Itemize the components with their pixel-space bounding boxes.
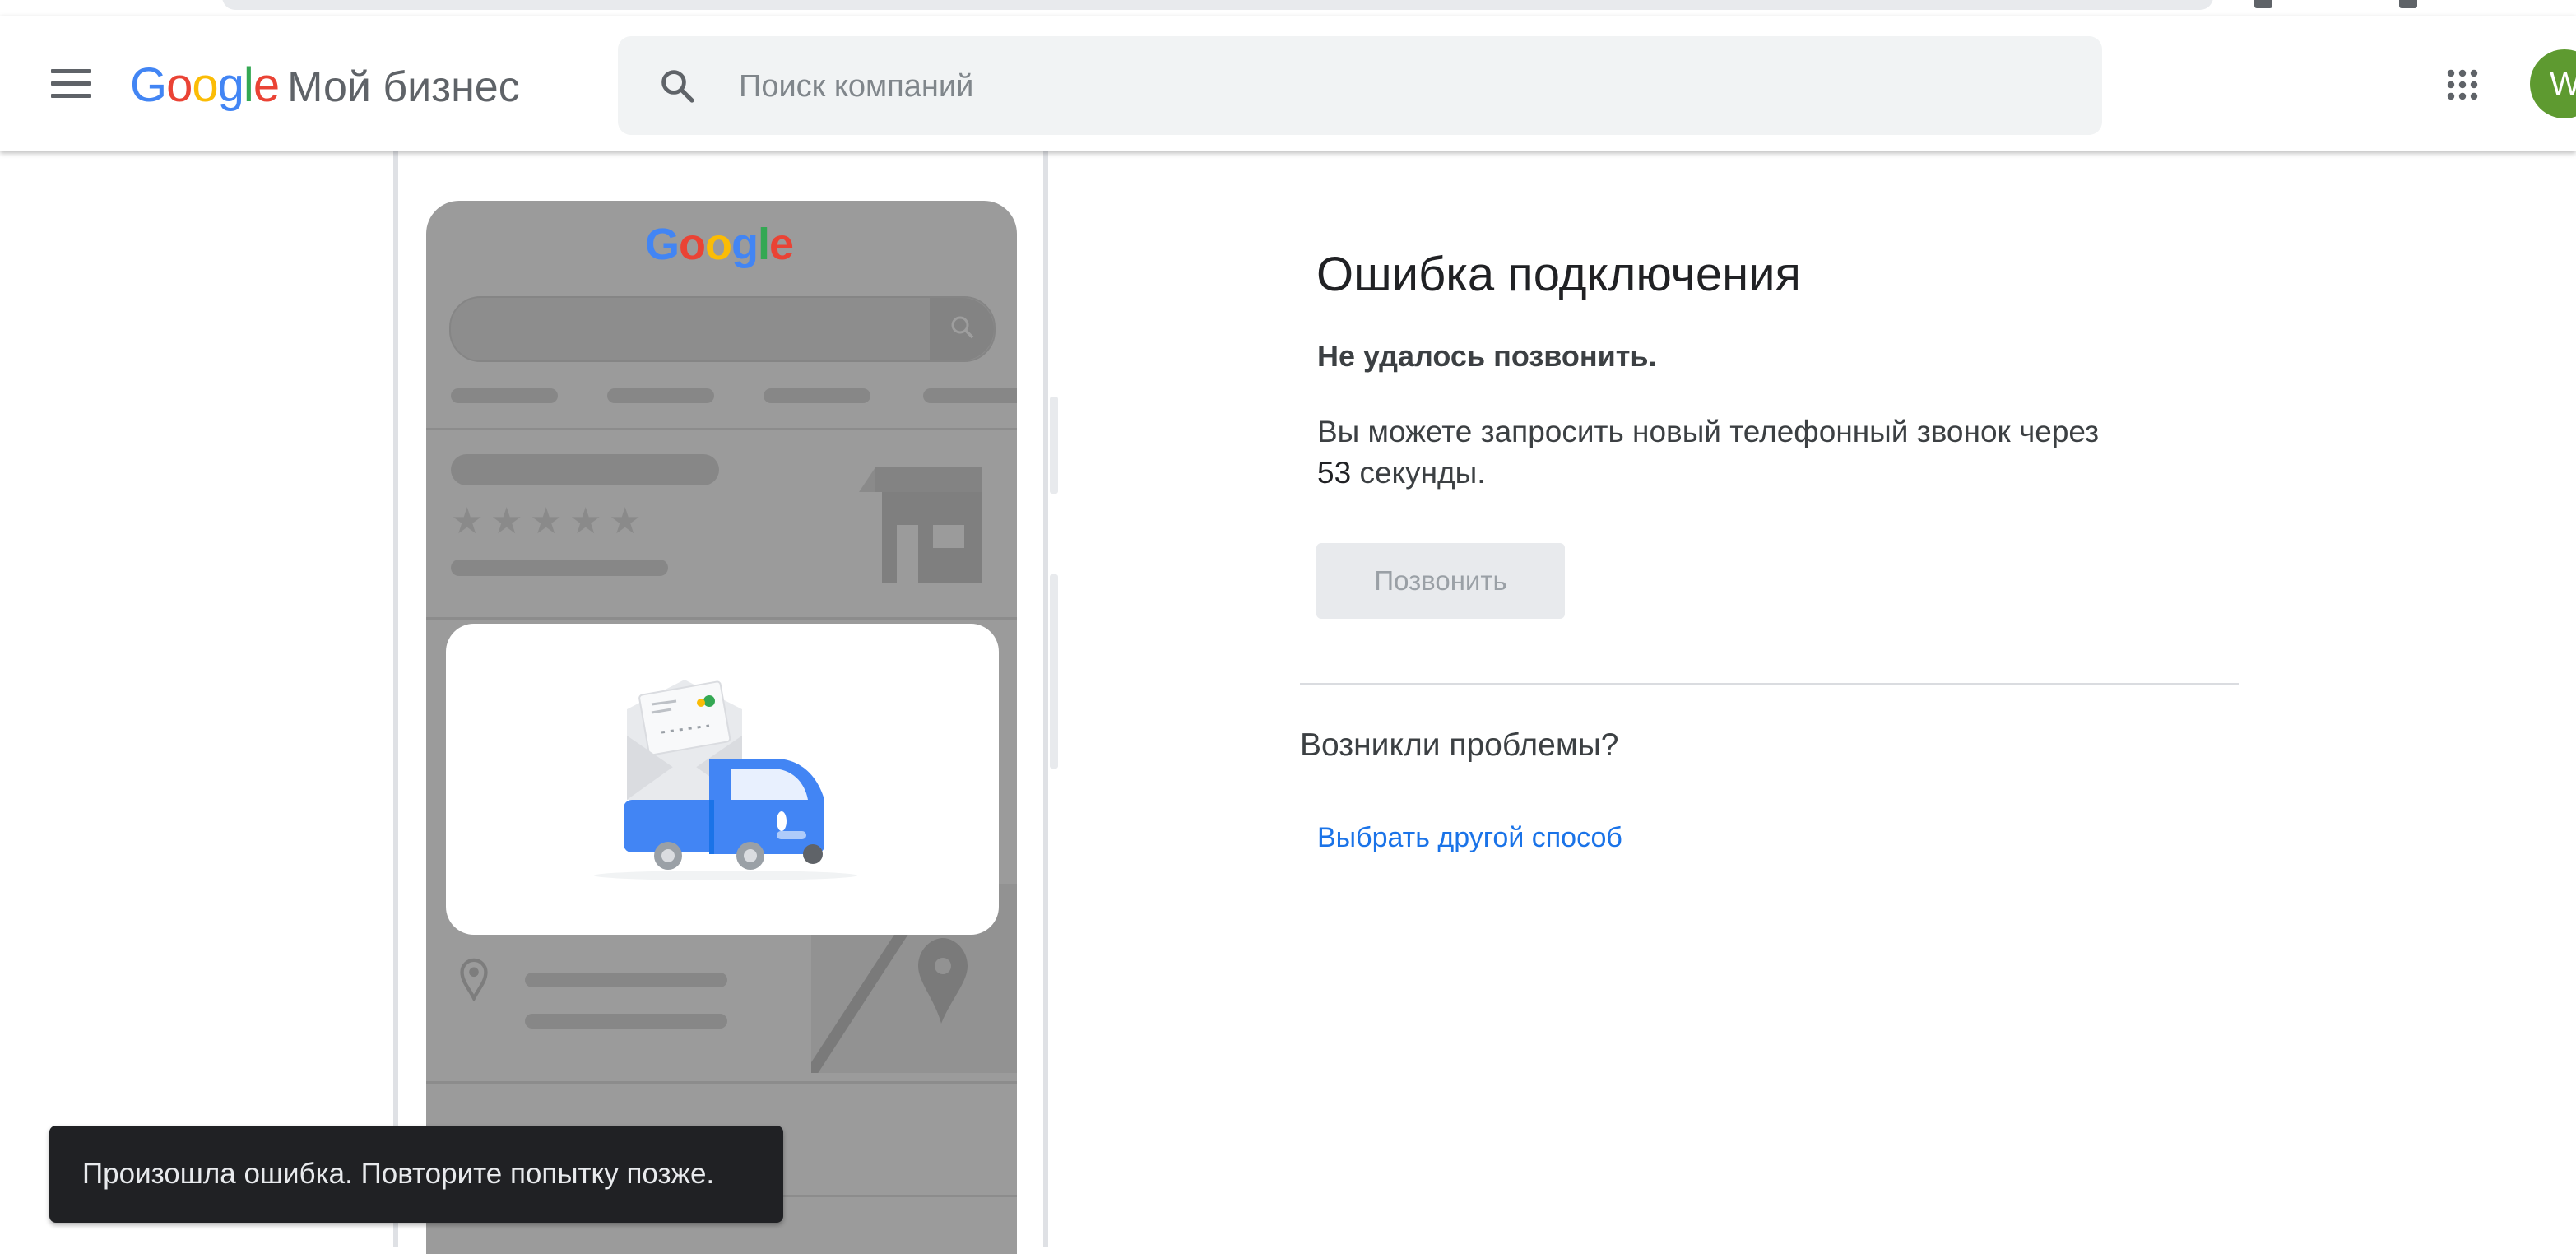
mock-search-button [930, 298, 994, 360]
browser-address-bar [222, 0, 2213, 10]
store-icon [859, 467, 982, 583]
mock-divider [426, 1081, 1017, 1084]
countdown-seconds: 53 [1317, 456, 1352, 490]
search-input[interactable] [737, 61, 2024, 112]
browser-extension-icon[interactable] [2399, 0, 2417, 8]
mock-line-bar [525, 1014, 727, 1029]
apps-grid-icon[interactable] [2445, 67, 2480, 102]
menu-icon[interactable] [51, 69, 91, 99]
mock-star-icon: ★ [569, 501, 602, 541]
mock-tab-bar [764, 388, 870, 403]
phone-side-button [1050, 574, 1058, 769]
mock-google-logo: Google [645, 220, 794, 269]
search-icon[interactable] [657, 66, 697, 105]
product-name: Мой бизнес [287, 63, 520, 111]
page-title: Ошибка подключения [1316, 248, 1801, 301]
browser-extension-icon[interactable] [2254, 0, 2272, 8]
section-divider [1300, 683, 2239, 685]
mock-tab-bar [923, 388, 1017, 403]
retry-info-text: Вы можете запросить новый телефонный зво… [1317, 411, 2255, 494]
mock-line-bar [451, 560, 668, 576]
mock-divider [426, 617, 1017, 620]
browser-top-strip [0, 0, 2576, 18]
google-logo: Google [130, 58, 280, 112]
error-snackbar: Произошла ошибка. Повторите попытку позж… [49, 1126, 783, 1223]
mock-line-bar [525, 973, 727, 987]
mock-search-icon [951, 316, 974, 339]
retry-info-prefix: Вы можете запросить новый телефонный зво… [1317, 415, 2100, 448]
mock-divider [426, 428, 1017, 430]
search-bar[interactable] [618, 36, 2102, 135]
truck-envelope-illustration [594, 680, 857, 880]
choose-other-method-link[interactable]: Выбрать другой способ [1317, 820, 1622, 856]
mock-tab-bar [607, 388, 714, 403]
mock-star-icon: ★ [609, 501, 642, 541]
location-pin-icon [460, 958, 488, 1001]
illustration-card [446, 624, 999, 935]
problems-heading: Возникли проблемы? [1300, 727, 1619, 763]
account-avatar[interactable]: W [2530, 49, 2576, 118]
mock-star-icon: ★ [451, 501, 484, 541]
mock-tab-bar [451, 388, 558, 403]
app-header: GoogleМой бизнес W [0, 16, 2576, 151]
mock-star-icon: ★ [490, 501, 523, 541]
mock-search-bar [449, 296, 996, 362]
retry-info-suffix: секунды. [1359, 456, 1486, 490]
call-button[interactable]: Позвонить [1316, 543, 1565, 619]
mock-star-icon: ★ [530, 501, 563, 541]
mock-title-bar [451, 454, 719, 485]
google-my-business-logo[interactable]: Google Мой бизнес [130, 59, 520, 114]
phone-side-button [1050, 397, 1058, 494]
error-subtitle: Не удалось позвонить. [1317, 339, 1657, 373]
